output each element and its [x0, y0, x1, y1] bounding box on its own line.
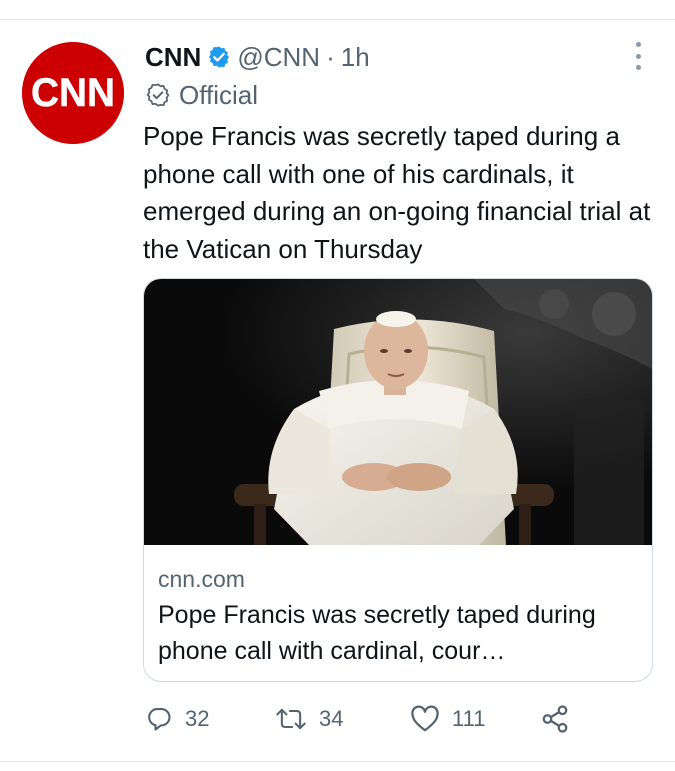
avatar[interactable]: CNN	[22, 42, 124, 144]
top-divider	[0, 19, 675, 20]
official-badge-icon	[146, 83, 170, 107]
reply-icon	[148, 708, 171, 731]
retweet-icon	[276, 708, 306, 730]
card-title: Pope Francis was secretly taped during p…	[158, 601, 596, 665]
share-icon	[542, 705, 568, 733]
share-button[interactable]	[540, 701, 570, 737]
heart-icon	[411, 705, 439, 732]
bottom-divider	[0, 761, 675, 762]
card-image	[144, 279, 652, 545]
official-label: Official	[145, 79, 258, 111]
tweet-header: CNN @CNN · 1h	[145, 40, 370, 74]
verified-badge-icon	[207, 45, 231, 69]
like-count: 111	[452, 706, 486, 731]
more-options-icon[interactable]	[628, 42, 648, 70]
separator-dot: ·	[326, 41, 335, 72]
reply-count: 32	[185, 706, 210, 731]
tweet-actions: 32 34 111	[145, 701, 615, 737]
tweet-text: Pope Francis was secretly taped during a…	[143, 121, 651, 264]
official-label-text: Official	[179, 79, 258, 110]
author-handle[interactable]: @CNN	[237, 42, 320, 73]
tweet-timestamp[interactable]: 1h	[341, 42, 370, 73]
author-name[interactable]: CNN	[145, 42, 201, 73]
avatar-logo-text: CNN	[31, 71, 115, 115]
link-card[interactable]: cnn.com Pope Francis was secretly taped …	[143, 278, 653, 682]
retweet-count: 34	[319, 706, 344, 731]
reply-button[interactable]: 32	[145, 701, 209, 737]
retweet-button[interactable]: 34	[275, 701, 343, 737]
like-button[interactable]: 111	[410, 701, 485, 737]
card-domain: cnn.com	[158, 566, 245, 592]
